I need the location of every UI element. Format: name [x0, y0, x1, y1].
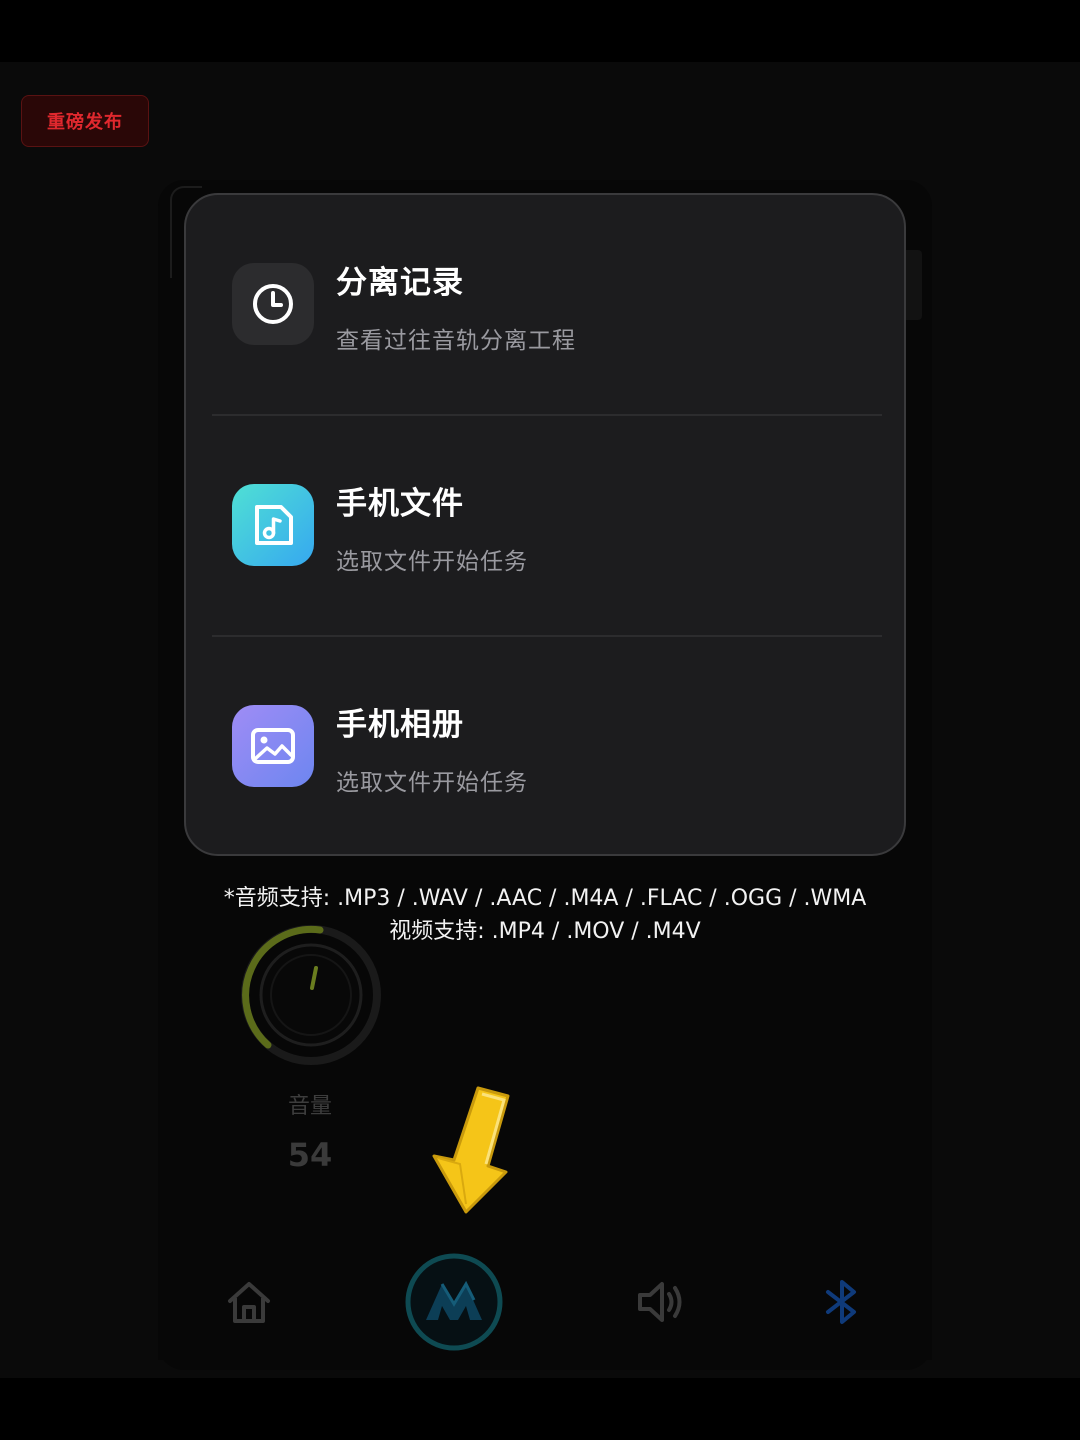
pointer-arrow-icon [432, 1086, 510, 1214]
menu-item-title: 手机文件 [336, 486, 464, 522]
menu-item-history[interactable]: 分离记录 查看过往音轨分离工程 [186, 195, 904, 415]
menu-item-subtitle: 选取文件开始任务 [336, 770, 528, 796]
bluetooth-icon [826, 1280, 856, 1324]
screen: 重磅发布 音量 54 *音频支持: .MP3 / .WAV / .AAC / .… [0, 0, 1080, 1440]
nav-sound-button[interactable] [630, 1262, 694, 1342]
nav-home-button[interactable] [212, 1262, 286, 1342]
menu-item-subtitle: 选取文件开始任务 [336, 549, 528, 575]
home-icon [228, 1282, 270, 1323]
gesture-bar [0, 1378, 1080, 1440]
nav-separate-button[interactable] [404, 1252, 504, 1352]
volume-label: 音量 [287, 1094, 332, 1119]
nav-bluetooth-button[interactable] [816, 1262, 868, 1342]
menu-item-subtitle: 查看过往音轨分离工程 [336, 328, 576, 354]
menu-item-phone-files[interactable]: 手机文件 选取文件开始任务 [186, 416, 904, 636]
menu-item-title: 分离记录 [336, 265, 464, 301]
photo-album-icon [232, 705, 314, 787]
menu-item-phone-album[interactable]: 手机相册 选取文件开始任务 [186, 637, 904, 857]
speaker-icon [638, 1282, 682, 1322]
promo-badge: 重磅发布 [21, 95, 149, 147]
music-file-icon [232, 484, 314, 566]
menu-item-title: 手机相册 [336, 707, 464, 743]
app-logo-icon [405, 1253, 503, 1351]
source-menu: 分离记录 查看过往音轨分离工程 手机文件 选取文件开始任务 手机相册 选取文件开… [184, 193, 906, 856]
supported-formats: *音频支持: .MP3 / .WAV / .AAC / .M4A / .FLAC… [184, 882, 906, 948]
volume-value: 54 [287, 1136, 333, 1174]
status-bar [0, 0, 1080, 62]
clock-icon [232, 263, 314, 345]
audio-formats-text: *音频支持: .MP3 / .WAV / .AAC / .M4A / .FLAC… [223, 886, 867, 911]
video-formats-text: 视频支持: .MP4 / .MOV / .M4V [389, 919, 701, 944]
